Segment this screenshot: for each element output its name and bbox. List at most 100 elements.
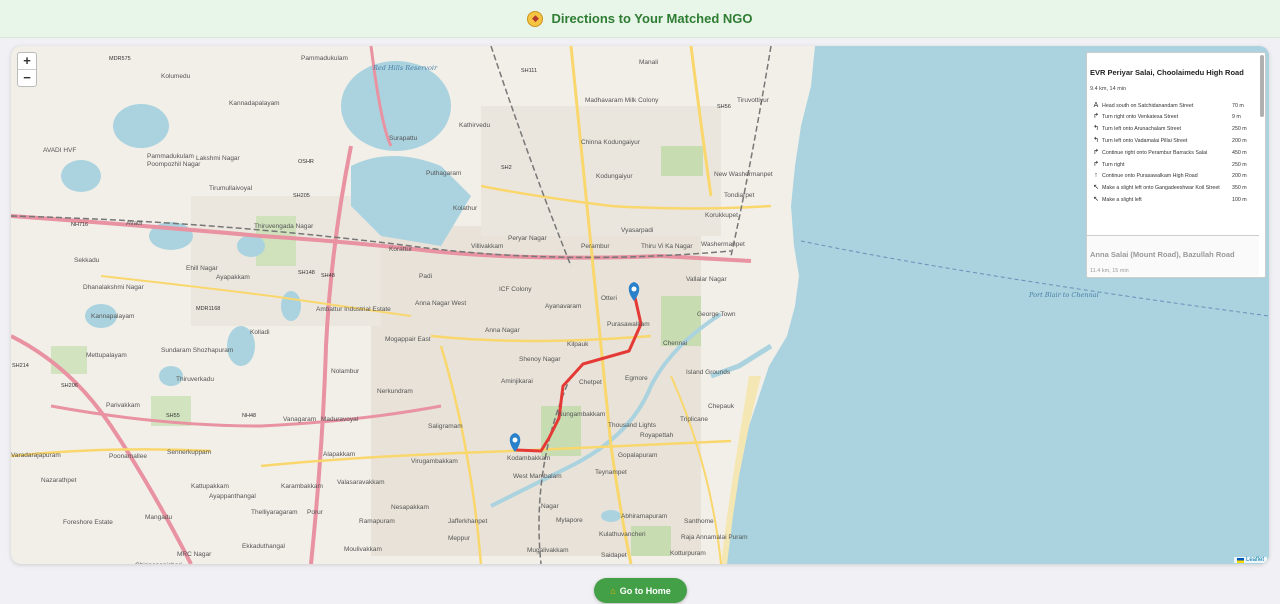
map-place-label: Nerkundram	[377, 388, 413, 395]
map-place-label: ICF Colony	[499, 286, 532, 293]
map-place-label: Chetpet	[579, 379, 602, 386]
map-place-label: Mettupalayam	[86, 352, 127, 359]
map-place-label: Lakshmi Nagar	[196, 155, 241, 162]
directions-panel[interactable]: EVR Periyar Salai, Choolaimedu High Road…	[1086, 52, 1266, 278]
direction-step[interactable]: ↑ Continue onto Purasawalkam High Road 200…	[1090, 171, 1256, 183]
direction-step-distance: 350 m	[1232, 185, 1247, 192]
map-place-label: Vanagaram	[283, 416, 316, 423]
map-place-label: Teynampet	[595, 469, 627, 476]
map-road-label: SH206	[61, 383, 78, 389]
directions-scrollbar[interactable]	[1260, 55, 1264, 117]
map-place-label: Ramapuram	[359, 518, 395, 525]
map-place-label: Kotturpuram	[670, 550, 706, 557]
direction-step-distance: 100 m	[1232, 196, 1247, 203]
map-tiles[interactable]: Pammadukulam Kolumedu Kannadapalayam Surapa…	[11, 46, 1269, 564]
map-place-label: Puthagaram	[426, 170, 461, 177]
map-place-label: Thiruverkadu	[176, 376, 214, 383]
zoom-control: + −	[17, 52, 37, 87]
route-alternative[interactable]: Anna Salai (Mount Road), Bazullah Road 1…	[1087, 236, 1259, 276]
direction-step-text: Turn right onto Venkatesa Street	[1102, 114, 1179, 121]
map-place-label: AVADI HVF	[43, 147, 76, 154]
map-place-label: Madhavaram Milk Colony	[585, 97, 659, 104]
map-place-label: Nesapakkam	[391, 504, 429, 511]
direction-step-text: Head south on Satchidanandam Street	[1102, 102, 1194, 109]
map-place-label: Gopalapuram	[618, 452, 657, 459]
attribution-link[interactable]: Leaflet	[1246, 557, 1264, 563]
alt-route-title: Anna Salai (Mount Road), Bazullah Road	[1090, 250, 1235, 259]
map-road-label: SH56	[717, 104, 731, 110]
map-road-label: SH55	[166, 413, 180, 419]
route-title: EVR Periyar Salai, Choolaimedu High Road	[1090, 68, 1244, 77]
map-place-label: Kolladi	[250, 329, 270, 336]
map-place-label: Vyasarpadi	[621, 227, 653, 234]
direction-step[interactable]: ↰ Turn left onto Arunachalam Street 250 m	[1090, 124, 1256, 136]
map-container[interactable]: Pammadukulam Kolumedu Kannadapalayam Surapa…	[11, 46, 1269, 564]
page-header: ◆ Directions to Your Matched NGO	[0, 0, 1280, 38]
map-place-label: Nagar	[541, 503, 560, 510]
map-place-label: Thousand Lights	[608, 422, 657, 429]
map-place-label: MRC Nagar	[177, 551, 212, 558]
straight-icon: ↑	[1094, 172, 1098, 180]
direction-step[interactable]: ↖ Make a slight left onto Gangadeeshwar K…	[1090, 182, 1256, 194]
zoom-out-button[interactable]: −	[18, 69, 36, 86]
ukraine-flag-icon	[1236, 557, 1244, 563]
map-place-label: Aminjikarai	[501, 378, 533, 385]
map-place-label: Kulathuvancheri	[599, 531, 646, 538]
direction-step[interactable]: ↱ Turn right onto Venkatesa Street 9 m	[1090, 112, 1256, 124]
direction-step[interactable]: ↱ Continue right onto Perambur Barracks S…	[1090, 147, 1256, 159]
map-place-label: Tondiarpet	[724, 192, 755, 199]
go-home-label: Go to Home	[619, 585, 671, 596]
map-place-label: Kolumedu	[161, 73, 191, 80]
route-primary[interactable]: EVR Periyar Salai, Choolaimedu High Road…	[1087, 53, 1259, 236]
map-place-label: Poompozhil Nagar	[147, 161, 201, 168]
map-place-label: Chennai	[663, 340, 687, 347]
map-place-label: Santhome	[684, 518, 714, 525]
map-place-label: Porur	[307, 509, 324, 516]
direction-step-distance: 70 m	[1232, 102, 1244, 109]
map-place-label: Mangadu	[145, 514, 172, 521]
turn-right-icon: ↱	[1093, 113, 1099, 121]
direction-step[interactable]: ↱ Turn right 250 m	[1090, 159, 1256, 171]
map-road-label: SH148	[298, 270, 315, 276]
map-attribution[interactable]: Leaflet	[1233, 557, 1267, 563]
map-place-label: Chinnapanicheri	[135, 562, 182, 564]
direction-step-distance: 9 m	[1232, 114, 1241, 121]
map-place-label: Maduravoyal	[321, 416, 359, 423]
map-place-label: Otteri	[601, 295, 617, 302]
map-place-label: Manali	[639, 59, 658, 66]
map-place-label: Mylapore	[556, 517, 583, 524]
map-place-label: Ehill Nagar	[186, 265, 219, 272]
map-place-label: Ayanavaram	[545, 303, 581, 310]
map-place-label: Kannapalayam	[91, 313, 134, 320]
map-place-label: Tirumullaivoyal	[209, 185, 253, 192]
map-place-label: New Washermanpet	[714, 171, 773, 178]
go-home-button[interactable]: ⌂ Go to Home	[594, 578, 687, 603]
map-place-label: Korattur	[389, 246, 413, 253]
house-icon: ⌂	[610, 585, 616, 596]
direction-step[interactable]: ↖ Make a slight left 100 m	[1090, 194, 1256, 206]
map-place-label: Foreshore Estate	[63, 519, 113, 526]
map-place-label: West Mambalam	[513, 473, 562, 480]
zoom-in-button[interactable]: +	[18, 53, 36, 69]
map-place-label: Tiruvottiyur	[737, 97, 770, 104]
map-place-label: Chepauk	[708, 403, 735, 410]
map-place-label: Thiruvengada Nagar	[254, 223, 314, 230]
turn-left-icon: ↰	[1093, 125, 1099, 133]
direction-step-distance: 250 m	[1232, 126, 1247, 133]
map-place-label: Abhiramapuram	[621, 513, 667, 520]
map-place-label: Kilpauk	[567, 341, 589, 348]
direction-step[interactable]: ↰ Turn left onto Vadamalai Pillai Street 2…	[1090, 135, 1256, 147]
direction-step-text: Turn right	[1102, 161, 1125, 168]
map-place-label: Nazarathpet	[41, 477, 77, 484]
map-place-label: Avadi	[126, 220, 142, 227]
alt-route-summary: 11.4 km, 15 min	[1090, 268, 1129, 274]
map-place-label: Nungambakkam	[558, 411, 605, 418]
map-place-label: Moulivakkam	[344, 546, 382, 553]
map-place-label: Ekkaduthangal	[242, 543, 286, 550]
map-place-label: Washermanpet	[701, 241, 745, 248]
turn-right-icon: ↱	[1093, 160, 1099, 168]
map-place-label: Egmore	[625, 375, 648, 382]
direction-step[interactable]: A Head south on Satchidanandam Street 70 m	[1090, 100, 1256, 112]
map-place-label: Karambakkam	[281, 483, 323, 490]
direction-step-distance: 250 m	[1232, 161, 1247, 168]
